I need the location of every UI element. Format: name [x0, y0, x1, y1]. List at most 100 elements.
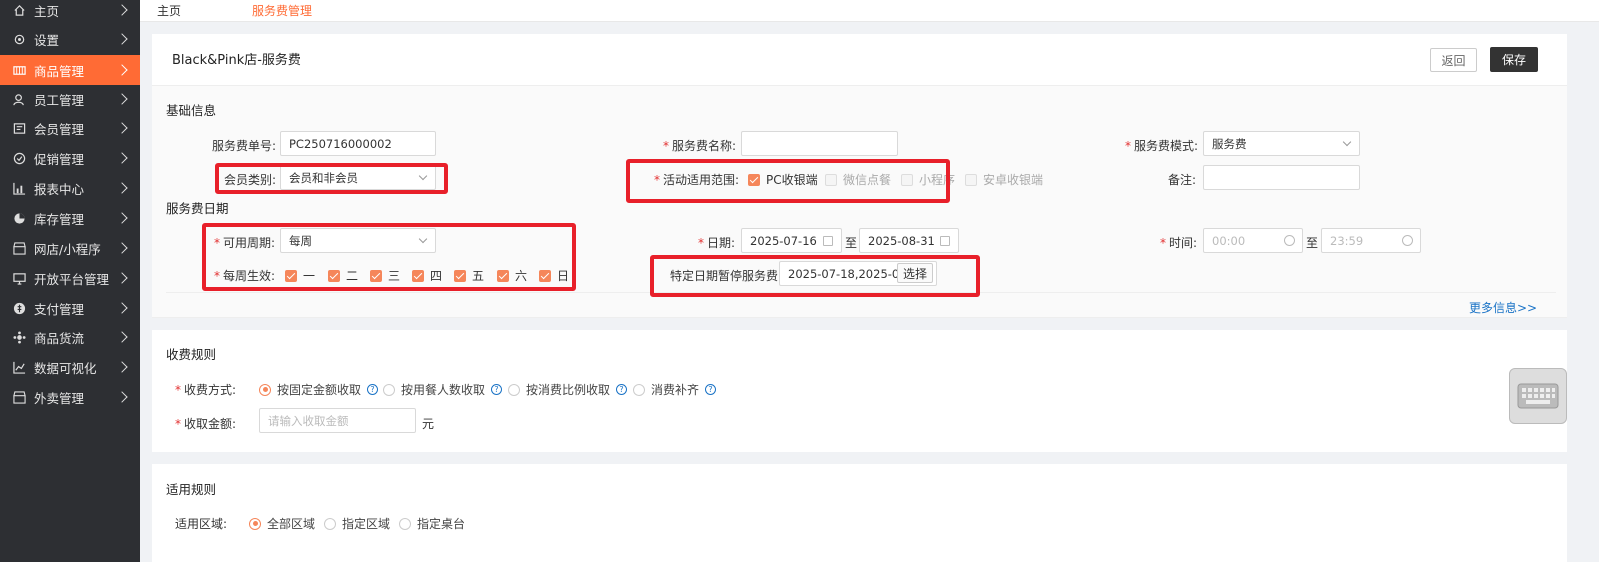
sidebar-item-reports[interactable]: 报表中心 — [0, 173, 140, 203]
fee-mode-label: * 服务费模式: — [1125, 139, 1199, 153]
section-title-dates: 服务费日期 — [166, 201, 229, 216]
payment-icon — [12, 301, 26, 315]
chart-icon — [12, 181, 26, 195]
sidebar-item-label: 开放平台管理 — [34, 271, 110, 287]
sidebar-item-label: 会员管理 — [34, 121, 85, 137]
section-title-fee-rules: 收费规则 — [166, 347, 217, 362]
sidebar-item-settings[interactable]: 设置 — [0, 24, 140, 54]
basic-info-section: 基础信息 服务费单号: PC250716000002 * 服务费名称: * 服务费模… — [152, 86, 1567, 318]
chevron-right-icon — [116, 33, 128, 45]
highlight-pause-dates — [650, 255, 980, 297]
breadcrumb-home[interactable]: 主页 — [157, 2, 181, 19]
fee-amount-label: * 收取金额: — [175, 417, 237, 431]
page-title: Black&Pink店-服务费 — [172, 53, 301, 68]
clock-icon — [1402, 235, 1413, 246]
calendar-icon — [823, 236, 833, 246]
chevron-down-icon — [1342, 137, 1352, 147]
fee-rules-section: 收费规则 * 收费方式: 按固定金额收取? 按用餐人数收取? 按消费比例收取? 消… — [152, 330, 1567, 452]
chevron-right-icon — [116, 152, 128, 164]
time-label: * 时间: — [1160, 236, 1198, 250]
fee-method-label: * 收费方式: — [175, 383, 237, 397]
area-radio-specific[interactable]: 指定区域 — [324, 515, 390, 532]
save-button[interactable]: 保存 — [1490, 47, 1538, 72]
sidebar-item-staff[interactable]: 员工管理 — [0, 84, 140, 114]
fee-amount-input[interactable]: 请输入收取金额 — [259, 408, 416, 433]
scope-checkbox-android[interactable]: 安卓收银端 — [965, 171, 1043, 188]
clock-icon — [1284, 235, 1295, 246]
sidebar-item-inventory[interactable]: 库存管理 — [0, 203, 140, 233]
sidebar-item-takeout[interactable]: 外卖管理 — [0, 382, 140, 412]
sidebar-item-label: 支付管理 — [34, 301, 85, 317]
shop-icon — [12, 241, 26, 255]
gear-icon — [12, 32, 26, 46]
section-title-apply-rules: 适用规则 — [166, 482, 217, 497]
date-to-input[interactable]: 2025-08-31 — [859, 228, 959, 253]
chevron-right-icon — [116, 302, 128, 314]
remark-label: 备注: — [1168, 173, 1197, 187]
sidebar: 主页 设置 商品管理 员工管理 会员管理 促销管理 报表中心 库存管理 网店/小 — [0, 0, 140, 562]
sidebar-item-products[interactable]: 商品管理 — [0, 55, 140, 85]
area-radio-table[interactable]: 指定桌台 — [399, 515, 465, 532]
calendar-icon — [940, 236, 950, 246]
keyboard-icon[interactable] — [1509, 368, 1567, 424]
fee-amount-unit: 元 — [422, 417, 435, 431]
sidebar-item-open-platform[interactable]: 开放平台管理 — [0, 263, 140, 293]
chevron-right-icon — [116, 64, 128, 76]
fee-method-radio-ratio[interactable]: 按消费比例收取? — [508, 381, 628, 398]
sidebar-item-goods-flow[interactable]: 商品货流 — [0, 322, 140, 352]
time-separator: 至 — [1306, 236, 1319, 250]
breadcrumb: 主页 服务费管理 — [140, 0, 1599, 22]
fee-mode-select[interactable]: 服务费 — [1203, 131, 1360, 156]
fee-method-radio-per-person[interactable]: 按用餐人数收取? — [383, 381, 503, 398]
chevron-right-icon — [116, 4, 128, 16]
help-icon[interactable]: ? — [491, 384, 503, 395]
date-from-input[interactable]: 2025-07-16 — [741, 228, 842, 253]
help-icon[interactable]: ? — [616, 384, 628, 395]
scrollbar[interactable] — [1567, 22, 1599, 562]
chevron-right-icon — [116, 212, 128, 224]
sidebar-item-label: 商品管理 — [34, 63, 85, 79]
time-to-input[interactable]: 23:59 — [1321, 228, 1421, 253]
fee-no-input[interactable]: PC250716000002 — [280, 131, 436, 156]
breadcrumb-current[interactable]: 服务费管理 — [252, 2, 312, 19]
fee-method-radio-fixed[interactable]: 按固定金额收取? — [259, 381, 379, 398]
sidebar-item-label: 促销管理 — [34, 151, 85, 167]
product-icon — [12, 63, 26, 77]
sidebar-item-members[interactable]: 会员管理 — [0, 113, 140, 143]
sidebar-item-label: 外卖管理 — [34, 390, 85, 406]
sidebar-item-label: 员工管理 — [34, 92, 85, 108]
sidebar-item-label: 主页 — [34, 3, 60, 19]
shop-icon — [12, 390, 26, 404]
time-from-input[interactable]: 00:00 — [1203, 228, 1303, 253]
sidebar-item-label: 商品货流 — [34, 330, 85, 346]
line-chart-icon — [12, 360, 26, 374]
sidebar-item-label: 网店/小程序 — [34, 241, 101, 257]
sidebar-item-label: 库存管理 — [34, 211, 85, 227]
page-header: Black&Pink店-服务费 返回 保存 — [152, 34, 1567, 86]
flow-icon — [12, 330, 26, 344]
sidebar-item-payment[interactable]: 支付管理 — [0, 293, 140, 323]
sidebar-item-label: 设置 — [34, 32, 60, 48]
sidebar-item-promotions[interactable]: 促销管理 — [0, 143, 140, 173]
date-label: * 日期: — [698, 236, 736, 250]
sidebar-item-data-viz[interactable]: 数据可视化 — [0, 352, 140, 382]
fee-name-label: * 服务费名称: — [663, 139, 737, 153]
chevron-right-icon — [116, 93, 128, 105]
sidebar-item-home[interactable]: 主页 — [0, 0, 140, 25]
fee-name-input[interactable] — [741, 131, 898, 156]
promo-check-icon — [12, 151, 26, 165]
help-icon[interactable]: ? — [367, 384, 379, 395]
more-info-link[interactable]: 更多信息>> — [1469, 299, 1537, 316]
sidebar-item-webshop[interactable]: 网店/小程序 — [0, 233, 140, 263]
pie-icon — [12, 211, 26, 225]
help-icon[interactable]: ? — [705, 384, 717, 395]
highlight-scope — [626, 159, 950, 203]
fee-method-radio-topup[interactable]: 消费补齐? — [633, 381, 717, 398]
chevron-right-icon — [116, 272, 128, 284]
apply-rules-section: 适用规则 适用区域: 全部区域 指定区域 指定桌台 — [152, 464, 1567, 562]
member-card-icon — [12, 121, 26, 135]
area-radio-all[interactable]: 全部区域 — [249, 515, 315, 532]
back-button[interactable]: 返回 — [1430, 48, 1477, 72]
chevron-right-icon — [116, 122, 128, 134]
remark-input[interactable] — [1203, 165, 1360, 190]
